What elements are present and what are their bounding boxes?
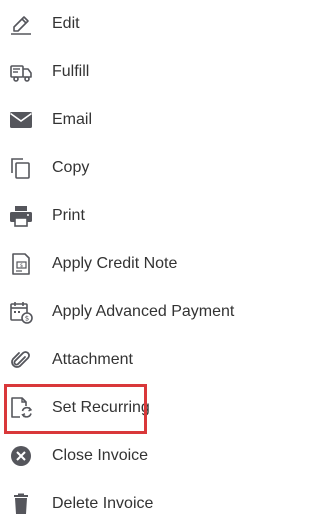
menu-item-set-recurring[interactable]: Set Recurring	[0, 384, 251, 432]
menu-item-email[interactable]: Email	[0, 96, 251, 144]
menu-item-label: Email	[52, 111, 93, 128]
menu-item-label: Print	[52, 207, 85, 224]
menu-item-label: Edit	[52, 15, 80, 32]
recurring-document-icon	[8, 396, 34, 420]
invoice-actions-menu: Edit Fulfill Email Copy Print $ Apply Cr…	[0, 0, 251, 525]
copy-icon	[8, 156, 34, 180]
menu-item-apply-credit-note[interactable]: $ Apply Credit Note	[0, 240, 251, 288]
menu-item-label: Delete Invoice	[52, 495, 154, 512]
menu-item-print[interactable]: Print	[0, 192, 251, 240]
calendar-payment-icon: $	[8, 300, 34, 324]
menu-item-label: Apply Advanced Payment	[52, 303, 235, 320]
svg-text:$: $	[25, 315, 29, 323]
menu-item-label: Copy	[52, 159, 90, 176]
printer-icon	[8, 204, 34, 228]
trash-icon	[8, 492, 34, 516]
close-circle-icon	[8, 444, 34, 468]
menu-item-label: Attachment	[52, 351, 133, 368]
paperclip-icon	[8, 348, 34, 372]
menu-item-label: Close Invoice	[52, 447, 149, 464]
menu-item-apply-advanced-payment[interactable]: $ Apply Advanced Payment	[0, 288, 251, 336]
truck-icon	[8, 60, 34, 84]
credit-note-icon: $	[8, 252, 34, 276]
menu-item-close-invoice[interactable]: Close Invoice	[0, 432, 251, 480]
envelope-icon	[8, 108, 34, 132]
menu-item-label: Set Recurring	[52, 399, 150, 416]
menu-item-edit[interactable]: Edit	[0, 0, 251, 48]
svg-text:$: $	[20, 263, 23, 269]
menu-item-label: Apply Credit Note	[52, 255, 178, 272]
menu-item-label: Fulfill	[52, 63, 90, 80]
menu-item-delete-invoice[interactable]: Delete Invoice	[0, 480, 251, 528]
pencil-icon	[8, 12, 34, 36]
menu-item-copy[interactable]: Copy	[0, 144, 251, 192]
menu-item-attachment[interactable]: Attachment	[0, 336, 251, 384]
menu-item-fulfill[interactable]: Fulfill	[0, 48, 251, 96]
